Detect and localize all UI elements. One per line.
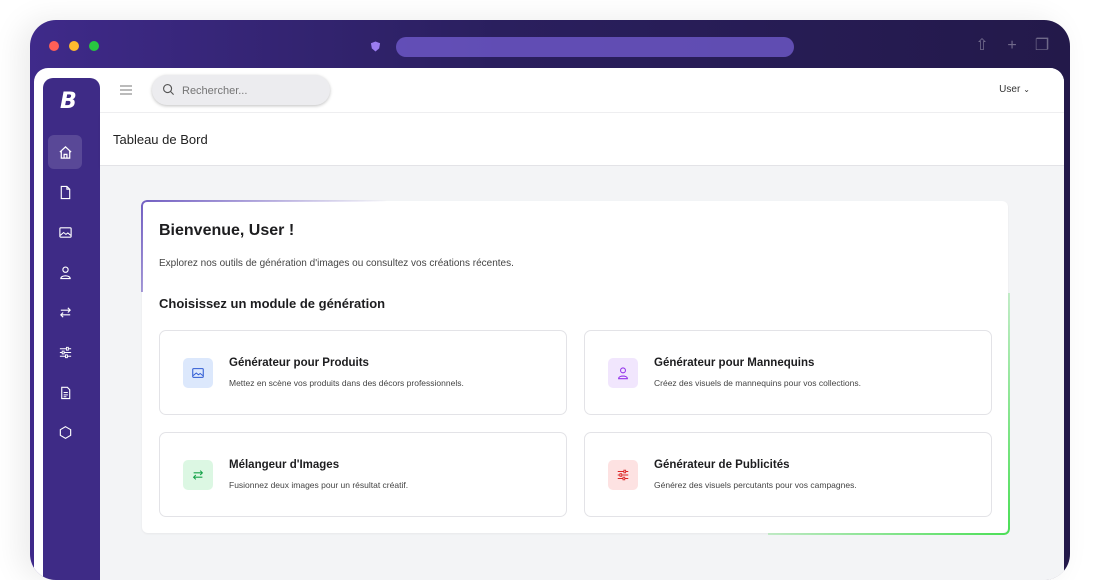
module-card-mixer[interactable]: Mélangeur d'Images Fusionnez deux images… [159, 432, 567, 517]
sidebar-item-documents[interactable] [48, 175, 82, 209]
search-input[interactable] [180, 80, 324, 102]
section-title: Choisissez un module de génération [159, 296, 386, 311]
browser-titlebar: ⇧ + ❐ [30, 20, 1070, 68]
module-card-products[interactable]: Générateur pour Produits Mettez en scène… [159, 330, 567, 415]
module-description: Mettez en scène vos produits dans des dé… [229, 378, 464, 388]
swap-icon [59, 306, 71, 318]
module-card-models[interactable]: Générateur pour Mannequins Créez des vis… [584, 330, 992, 415]
sidebar: B [43, 78, 100, 580]
menu-icon[interactable] [119, 83, 133, 97]
sliders-icon [617, 469, 629, 481]
module-description: Créez des visuels de mannequins pour vos… [654, 378, 861, 388]
app-frame: B Rechercher... User ⌄ Tableau de Bord B… [34, 68, 1064, 580]
page-header: Tableau de Bord [100, 113, 1064, 166]
module-title: Générateur de Publicités [654, 459, 790, 471]
home-icon [58, 145, 72, 159]
module-card-ads[interactable]: Générateur de Publicités Générez des vis… [584, 432, 992, 517]
user-menu[interactable]: User ⌄ [999, 84, 1030, 95]
search-bar[interactable] [152, 75, 330, 105]
top-bar: User⌄ [100, 68, 1064, 113]
module-title: Générateur pour Produits [229, 357, 369, 369]
chevron-down-icon: ⌄ [1023, 85, 1030, 94]
sidebar-item-images[interactable] [48, 215, 82, 249]
user-label: User [999, 84, 1021, 95]
module-title: Générateur pour Mannequins [654, 357, 815, 369]
image-icon [58, 226, 72, 238]
sidebar-item-home[interactable] [48, 135, 82, 169]
welcome-subtitle: Explorez nos outils de génération d'imag… [159, 258, 514, 269]
module-icon-box [608, 358, 638, 388]
swap-icon [192, 470, 204, 480]
module-icon-box [183, 358, 213, 388]
module-description: Fusionnez deux images pour un résultat c… [229, 480, 409, 490]
browser-window: ⇧ + ❐ B Rechercher... User ⌄ Tableau de … [30, 20, 1070, 580]
person-icon [59, 266, 71, 279]
main-content: Bienvenue, User ! Explorez nos outils de… [100, 166, 1064, 580]
module-description: Générez des visuels percutants pour vos … [654, 480, 857, 490]
sidebar-item-hex[interactable] [48, 415, 82, 449]
new-tab-icon[interactable]: + [1004, 38, 1020, 54]
image-icon [192, 368, 204, 378]
address-bar[interactable] [396, 37, 794, 57]
welcome-heading: Bienvenue, User ! [159, 222, 295, 239]
hexagon-icon [59, 425, 71, 439]
sidebar-item-mixer[interactable] [48, 295, 82, 329]
module-title: Mélangeur d'Images [229, 459, 340, 471]
share-icon[interactable]: ⇧ [974, 38, 990, 54]
page-title: Tableau de Bord [113, 132, 208, 147]
app-logo[interactable]: B [60, 90, 84, 114]
sidebar-item-models[interactable] [48, 255, 82, 289]
person-icon [618, 367, 628, 380]
sidebar-item-ads[interactable] [48, 335, 82, 369]
maximize-window-button[interactable] [89, 41, 99, 51]
sidebar-item-reports[interactable] [48, 375, 82, 409]
module-icon-box [183, 460, 213, 490]
welcome-card: Bienvenue, User ! Explorez nos outils de… [141, 200, 1010, 535]
module-icon-box [608, 460, 638, 490]
minimize-window-button[interactable] [69, 41, 79, 51]
shield-icon [370, 41, 381, 52]
sliders-icon [59, 346, 71, 358]
search-icon [163, 84, 175, 96]
tabs-overview-icon[interactable]: ❐ [1034, 38, 1050, 54]
card-accent-top [141, 200, 403, 292]
close-window-button[interactable] [49, 41, 59, 51]
file-icon [60, 185, 70, 199]
clipboard-icon [60, 386, 70, 399]
